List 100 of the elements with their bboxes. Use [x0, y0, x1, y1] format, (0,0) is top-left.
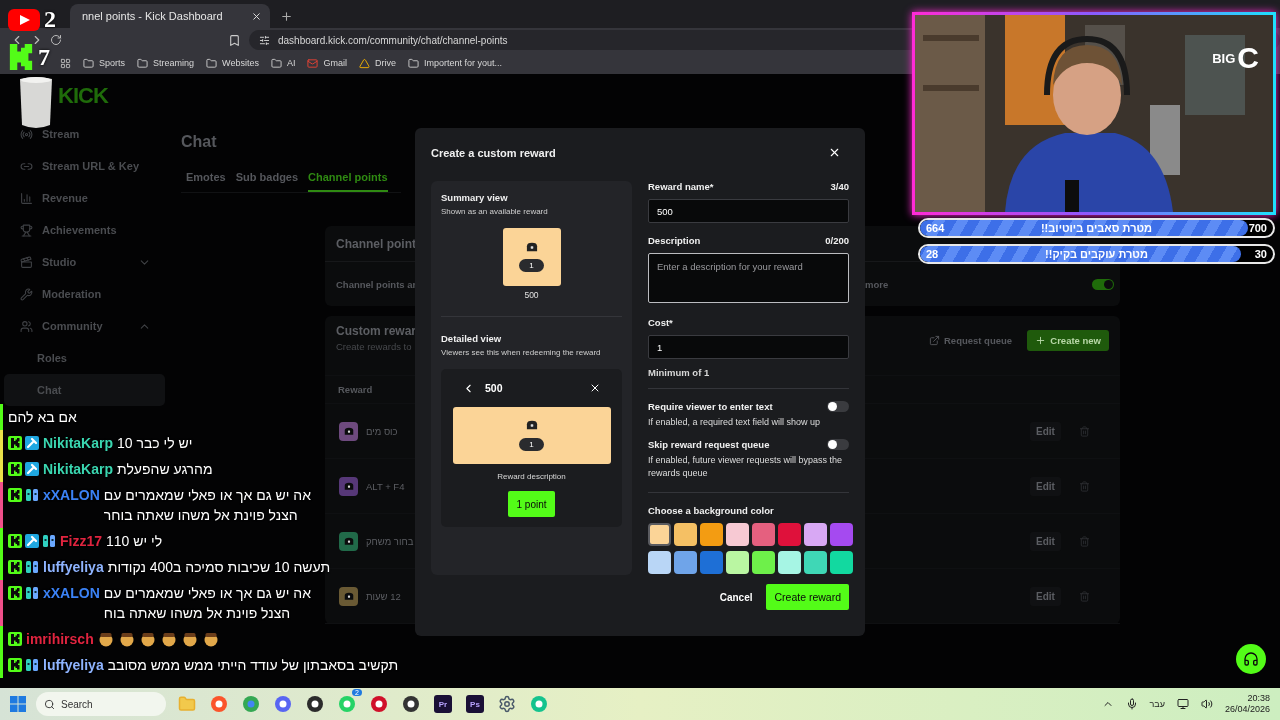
toggle-switch[interactable] [827, 401, 849, 412]
hammer-badge-icon [25, 534, 39, 548]
color-swatch[interactable] [804, 523, 827, 546]
gear-icon[interactable] [498, 695, 516, 713]
app-icon[interactable] [306, 695, 324, 713]
field-label: Choose a background color [648, 505, 775, 516]
bookmark-link[interactable]: Sports [83, 57, 125, 69]
color-swatch[interactable] [674, 551, 697, 574]
color-swatch[interactable] [830, 523, 853, 546]
color-swatch[interactable] [700, 551, 723, 574]
monitor-icon[interactable] [1176, 698, 1189, 710]
trophy-icon [20, 223, 33, 237]
bookmark-link[interactable]: Streaming [137, 57, 195, 69]
chat-username[interactable]: NikitaKarp [43, 433, 114, 453]
color-swatch[interactable] [830, 551, 853, 574]
color-swatch[interactable] [648, 523, 671, 546]
section-subtitle: Shown as an available reward [441, 207, 549, 216]
chat-username[interactable]: xXALON [43, 485, 100, 505]
microphone-icon[interactable] [1125, 698, 1138, 710]
chat-username[interactable]: Fizz17 [60, 531, 102, 551]
browser-tab[interactable]: nnel points - Kick Dashboard [70, 4, 270, 28]
section-title: Detailed view [441, 333, 503, 344]
folder-icon [206, 57, 218, 69]
page-tab[interactable]: Emotes [186, 167, 226, 192]
search-icon [44, 698, 55, 710]
app-icon[interactable]: Ps [466, 695, 484, 713]
chat-username[interactable]: luffyeliya [43, 557, 104, 577]
toggle-switch[interactable] [827, 439, 849, 450]
color-swatch[interactable] [700, 523, 723, 546]
bar-chart-icon [20, 191, 33, 205]
bookmark-link[interactable]: AI [270, 57, 296, 69]
wrench-icon [20, 287, 33, 301]
cancel-button[interactable]: Cancel [719, 587, 753, 607]
close-icon[interactable] [589, 382, 601, 394]
create-reward-button[interactable]: Create reward [766, 584, 849, 610]
app-icon[interactable] [402, 695, 420, 713]
page-tab[interactable]: Channel points [308, 167, 388, 192]
chat-username[interactable]: xXALON [43, 583, 100, 603]
logo-text: BIG [1212, 50, 1236, 66]
color-swatch[interactable] [804, 551, 827, 574]
chat-username[interactable]: NikitaKarp [43, 459, 114, 479]
speaker-icon[interactable] [1200, 698, 1213, 710]
bookmark-link[interactable]: Websites [206, 57, 259, 69]
chest-icon [343, 536, 354, 546]
chest-icon [525, 420, 538, 431]
bookmark-link[interactable]: Drive [358, 57, 396, 69]
apps-grid-icon[interactable] [60, 57, 71, 69]
redeem-button[interactable]: 1 point [508, 491, 555, 517]
color-swatch[interactable] [778, 551, 801, 574]
page-tab[interactable]: Sub badges [235, 167, 299, 192]
create-new-button[interactable]: Create new [1027, 330, 1109, 351]
bookmark-link[interactable]: Importent for yout... [407, 57, 502, 69]
description-field[interactable]: Enter a description for your reward [648, 253, 849, 303]
bookmark-link[interactable]: Gmail [307, 57, 347, 69]
language-indicator[interactable]: עבר [1149, 699, 1165, 709]
color-swatch[interactable] [726, 551, 749, 574]
goal-target: 30 [1254, 248, 1267, 260]
edit-button[interactable]: Edit [1030, 476, 1061, 496]
color-swatch[interactable] [674, 523, 697, 546]
edit-button[interactable]: Edit [1030, 531, 1061, 551]
bookmark-icon[interactable] [228, 33, 241, 47]
goal-label: מטרת עוקבים בקיק!! [1045, 248, 1148, 260]
plus-icon [1035, 335, 1047, 346]
edit-button[interactable]: Edit [1030, 421, 1061, 441]
chat-message: מהרגע שהפעלת [117, 460, 213, 479]
input-field[interactable]: 500 [648, 199, 849, 223]
emote-icon [139, 631, 156, 647]
kick-badge-icon [8, 462, 22, 476]
goal-target: 700 [1248, 222, 1267, 234]
site-settings-icon[interactable] [259, 34, 270, 46]
color-swatch[interactable] [648, 551, 671, 574]
chat-message: אה יש גם אך או פאלי שמאמרים עם הצנל פוינת אל משהו שאתה בוחר [103, 486, 312, 525]
kick-badge-icon [8, 560, 22, 574]
color-swatch[interactable] [778, 523, 801, 546]
close-icon[interactable] [251, 10, 262, 22]
color-swatch[interactable] [752, 551, 775, 574]
folder-icon [83, 57, 94, 69]
field-label: Reward name* [648, 181, 714, 192]
hammer-badge-icon [25, 462, 39, 476]
chat-username[interactable]: imrihirsch [26, 629, 94, 649]
color-swatch[interactable] [726, 523, 749, 546]
search-field[interactable]: Search [36, 692, 166, 716]
color-swatch[interactable] [752, 523, 775, 546]
emote-icon [118, 631, 135, 647]
toggle-switch[interactable] [1092, 278, 1114, 290]
close-icon[interactable] [828, 146, 841, 159]
kick-logo-icon [8, 43, 34, 71]
emote-icon [202, 631, 219, 647]
kick-badge-icon [8, 586, 22, 600]
reload-icon[interactable] [50, 34, 62, 46]
option-description: If enabled, future viewer requests will bypass the rewards queue [648, 454, 844, 480]
new-tab-icon[interactable] [280, 9, 293, 23]
kick-badge-icon [8, 436, 22, 450]
goal-label: מטרת סאבים ביוטיוב!! [1040, 222, 1153, 234]
edit-button[interactable]: Edit [1030, 586, 1061, 606]
start-icon[interactable] [10, 696, 26, 712]
headset-icon [1243, 651, 1259, 667]
app-icon[interactable]: Pr [434, 695, 452, 713]
chat-username[interactable]: luffyeliya [43, 655, 104, 675]
input-field[interactable]: 1 [648, 335, 849, 359]
